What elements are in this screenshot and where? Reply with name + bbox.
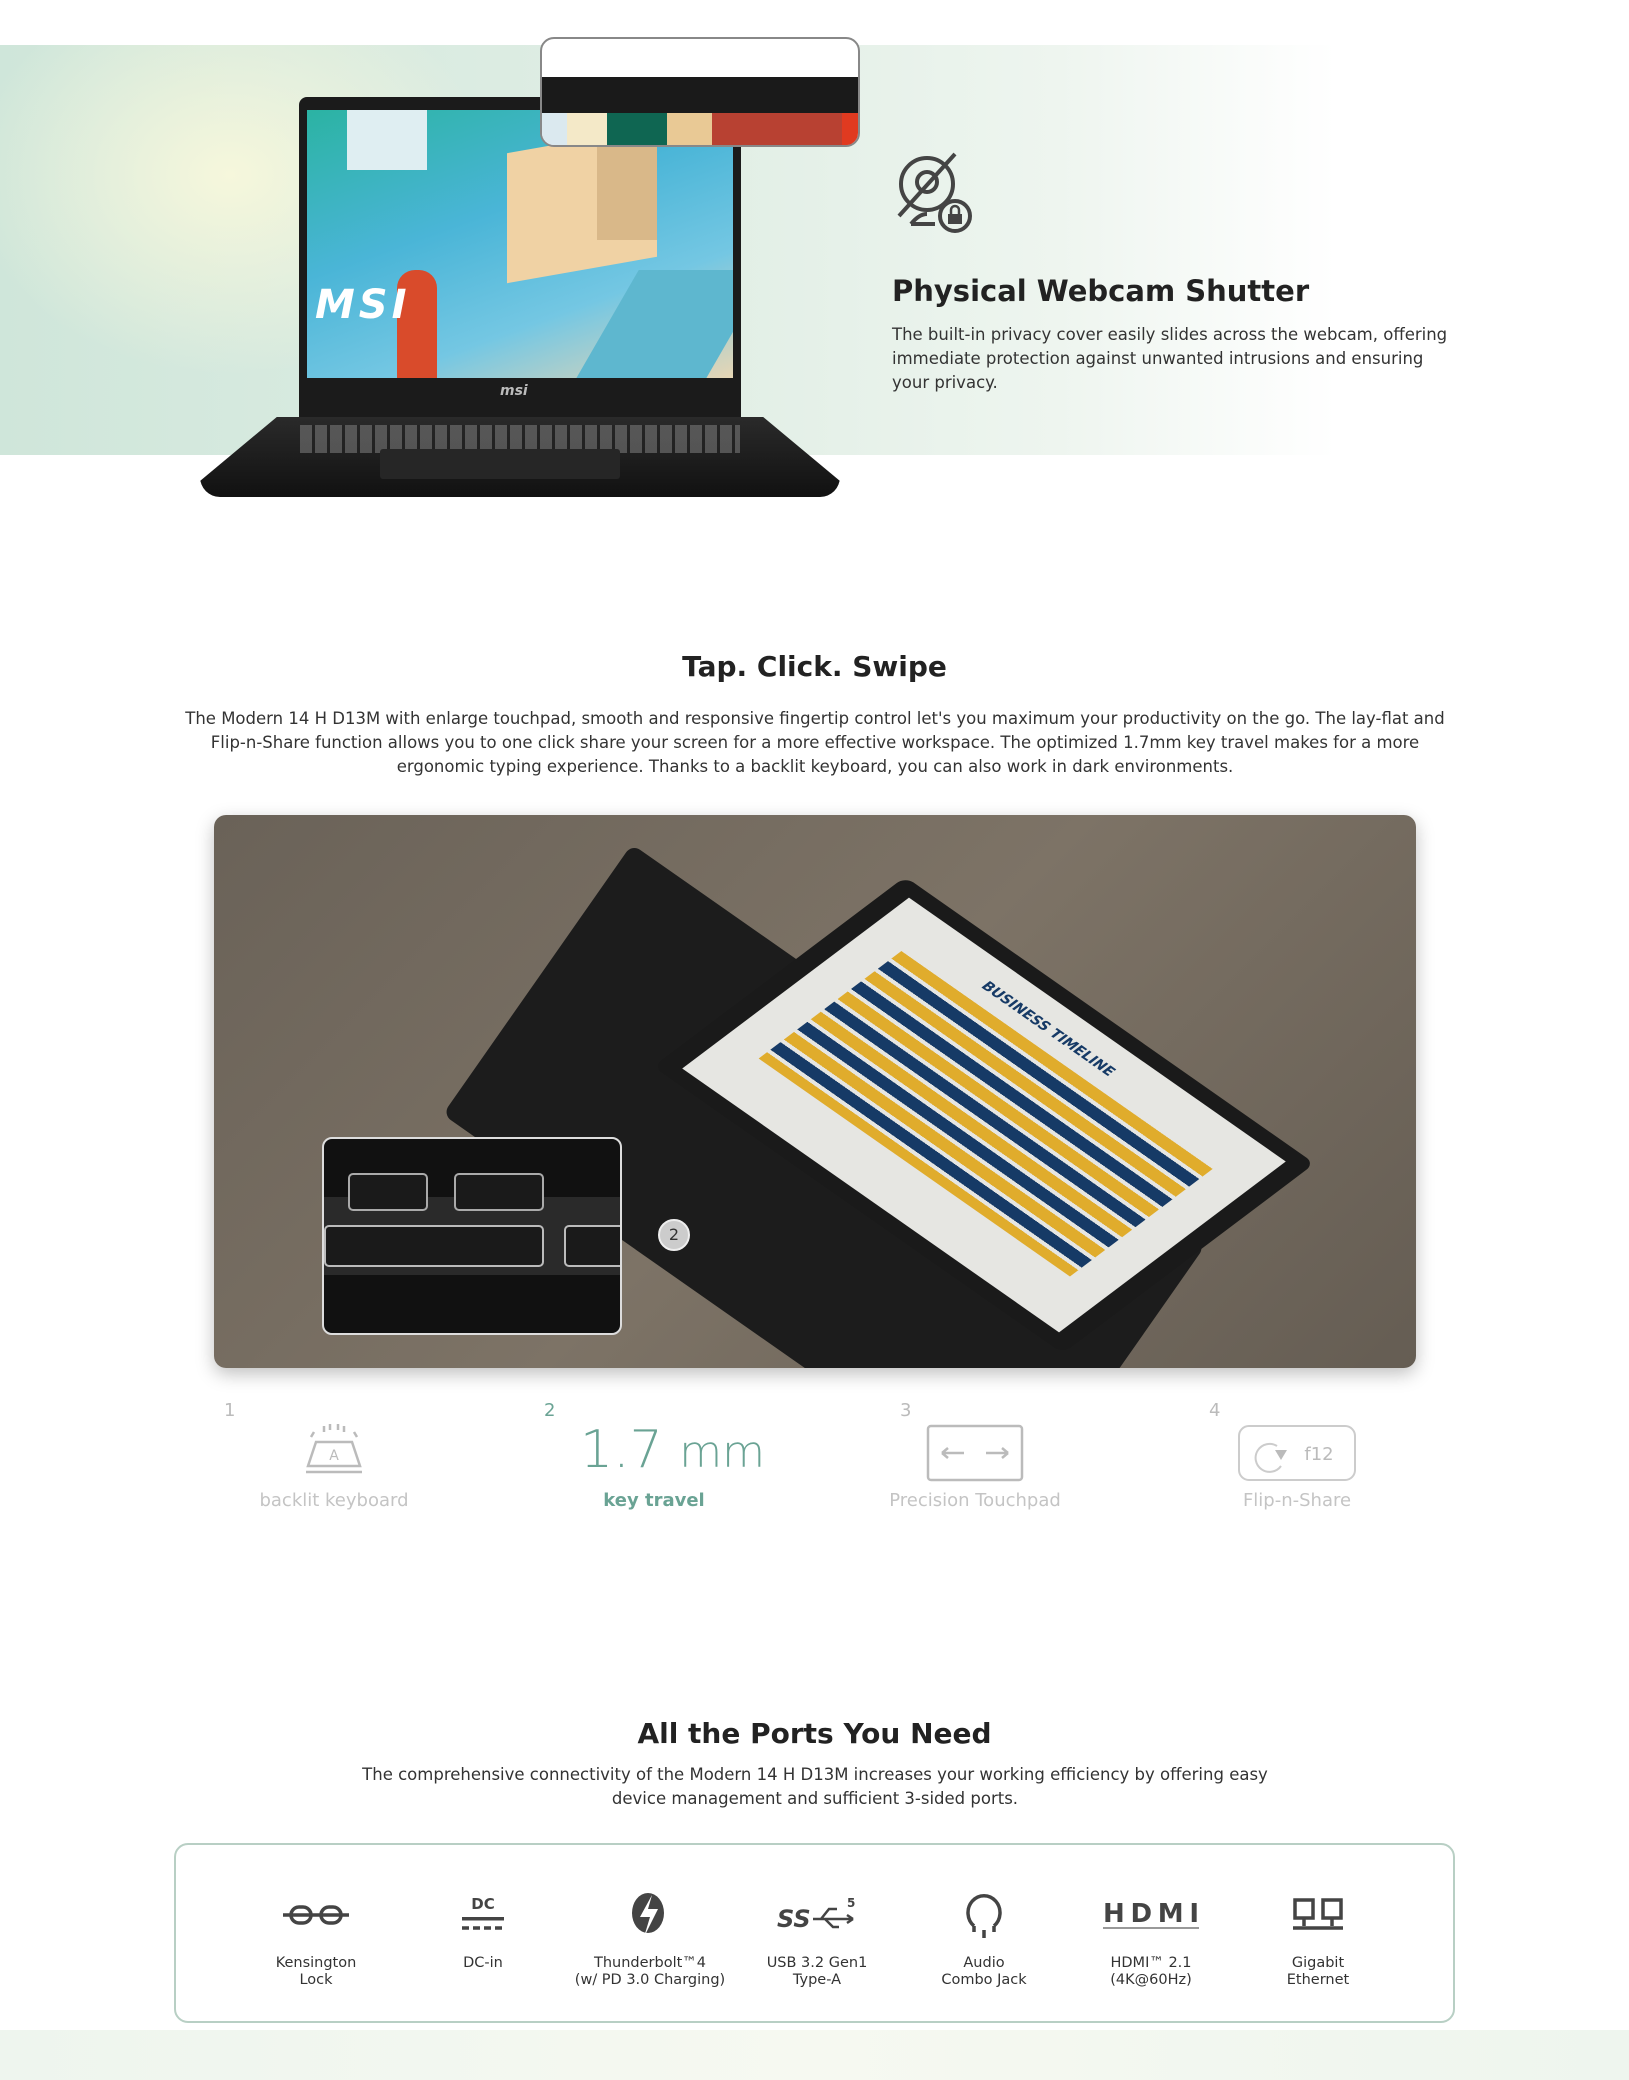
webcam-title: Physical Webcam Shutter <box>892 274 1310 308</box>
port-audio-jack: Audio Combo Jack <box>904 1885 1064 1989</box>
ports-panel: Kensington Lock DC DC-in Thunderbolt™4 (w/… <box>174 1843 1455 2023</box>
ethernet-icon <box>1293 1898 1343 1930</box>
touch-title: Tap. Click. Swipe <box>682 650 947 683</box>
svg-text:DC: DC <box>471 1895 494 1913</box>
feature-label: Precision Touchpad <box>889 1490 1061 1511</box>
feature-label: key travel <box>603 1490 705 1511</box>
svg-text:SS: SS <box>777 1905 811 1933</box>
audio-jack-icon <box>966 1894 1002 1938</box>
port-usb-a: SS 5 USB 3.2 Gen1 Type-A <box>766 1896 868 1988</box>
ports-title: All the Ports You Need <box>637 1717 992 1750</box>
flip-f12-icon: f12 <box>1238 1425 1356 1481</box>
port-kensington-lock: Kensington Lock <box>236 1885 396 1989</box>
port-hdmi: HDMI HDMI™ 2.1 (4K@60Hz) <box>1071 1885 1231 1989</box>
backlit-keyboard-icon: A <box>306 1424 362 1474</box>
svg-text:5: 5 <box>847 1896 855 1910</box>
screen-logo: MSI <box>315 282 411 328</box>
usb-ss5-icon: SS 5 <box>777 1896 855 1933</box>
feature-label: backlit keyboard <box>259 1490 409 1511</box>
dc-in-icon: DC <box>462 1895 504 1930</box>
feature-label: Flip-n-Share <box>1242 1490 1352 1511</box>
laptop-screen-illustration <box>307 110 733 378</box>
port-thunderbolt: Thunderbolt™4 (w/ PD 3.0 Charging) <box>570 1885 730 1989</box>
hdmi-icon: HDMI <box>1103 1899 1199 1929</box>
touchpad-arrows-icon <box>926 1424 1024 1482</box>
key-closeup-inset <box>322 1137 622 1335</box>
touch-description: The Modern 14 H D13M with enlarge touchp… <box>185 709 1445 776</box>
ports-description: The comprehensive connectivity of the Mo… <box>362 1765 1268 1808</box>
bottom-gradient <box>0 2030 1629 2080</box>
kensington-lock-icon <box>283 1905 349 1925</box>
svg-text:A: A <box>329 1448 339 1464</box>
photo-marker[interactable]: 2 <box>658 1219 690 1251</box>
keyboard-lifestyle-photo: BUSINESS TIMELINE 2 <box>214 815 1416 1368</box>
port-dc-in: DC DC-in <box>403 1885 563 1972</box>
port-ethernet: Gigabit Ethernet <box>1238 1885 1398 1989</box>
bezel-logo: msi <box>500 383 528 399</box>
thunderbolt-icon <box>632 1893 664 1937</box>
webcam-description: The built-in privacy cover easily slides… <box>892 325 1448 392</box>
key-travel-value: 1.7 mm <box>580 1420 765 1480</box>
svg-text:HDMI: HDMI <box>1103 1899 1199 1929</box>
webcam-closeup-inset <box>540 37 860 147</box>
svg-text:f12: f12 <box>1304 1444 1333 1465</box>
webcam-off-lock-icon <box>897 152 972 233</box>
